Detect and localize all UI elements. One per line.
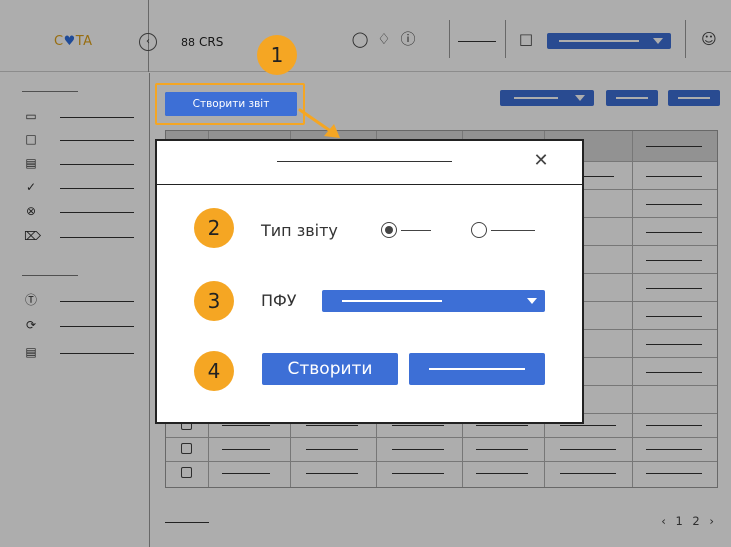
report-type-label: Тип звіту (261, 221, 338, 240)
callout-badge-1: 1 (257, 35, 297, 75)
highlight-frame (155, 83, 305, 125)
close-icon[interactable]: ✕ (530, 150, 552, 172)
dialog-title-placeholder (277, 161, 452, 162)
create-button[interactable]: Створити (262, 353, 398, 385)
callout-badge-2: 2 (194, 208, 234, 248)
chevron-down-icon (527, 298, 537, 304)
report-type-radio-2[interactable] (471, 222, 487, 238)
report-type-radio-1[interactable] (381, 222, 397, 238)
secondary-button[interactable] (409, 353, 545, 385)
pfu-select[interactable] (322, 290, 545, 312)
callout-badge-3: 3 (194, 281, 234, 321)
pfu-label: ПФУ (261, 291, 297, 310)
callout-badge-4: 4 (194, 351, 234, 391)
dialog-header: ✕ (157, 141, 582, 185)
